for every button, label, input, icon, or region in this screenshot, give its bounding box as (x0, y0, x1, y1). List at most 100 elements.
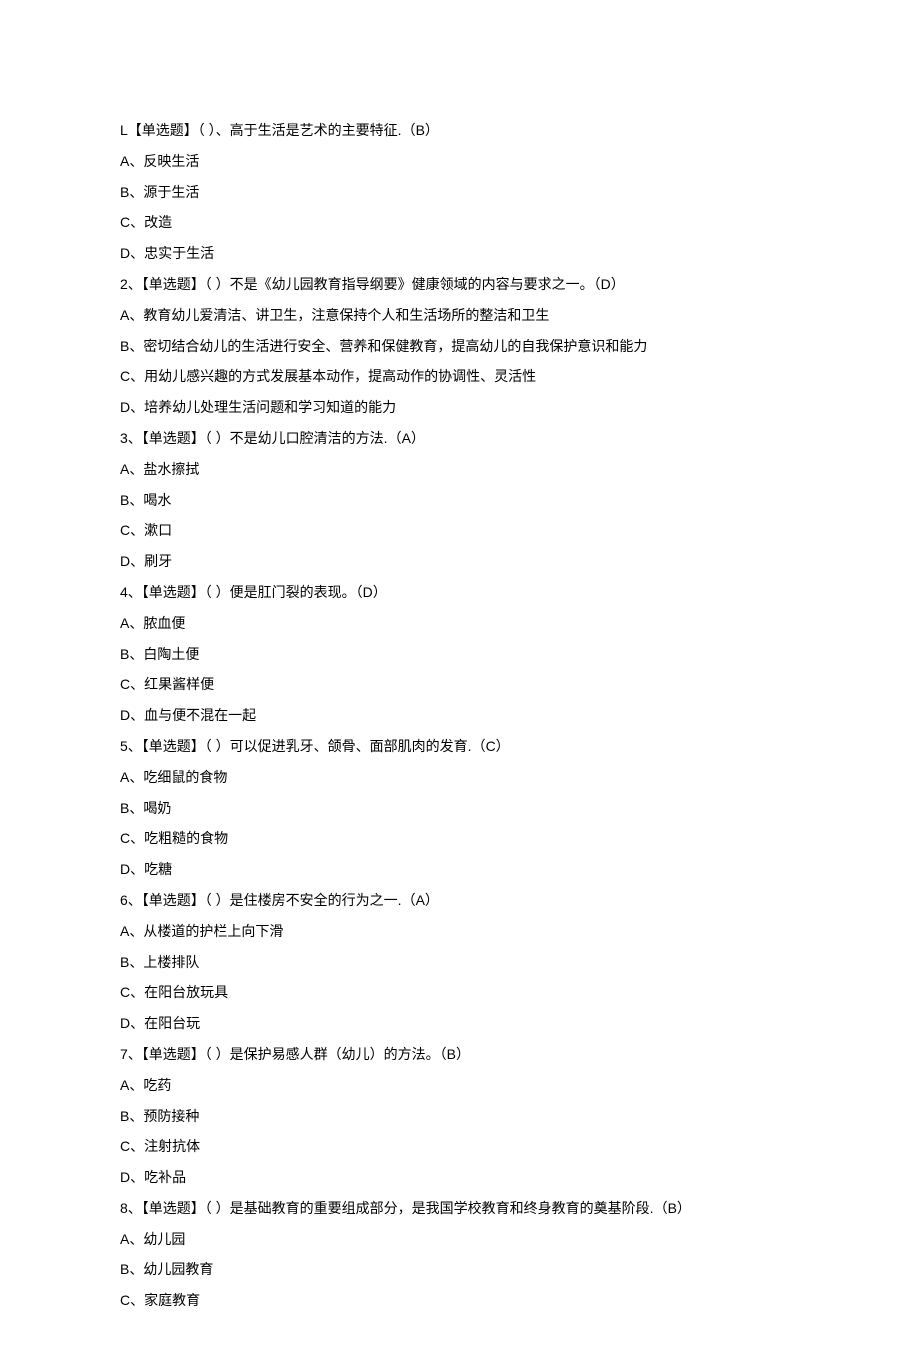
option-line: B、幼儿园教育 (120, 1254, 800, 1285)
option-letter: D (120, 553, 130, 569)
option-letter: A (120, 615, 129, 631)
option-line: D、血与便不混在一起 (120, 700, 800, 731)
option-text: 上楼排队 (143, 954, 199, 970)
option-letter: C (120, 214, 130, 230)
option-text: 喝水 (143, 492, 171, 508)
option-line: B、上楼排队 (120, 947, 800, 978)
option-letter: B (120, 184, 129, 200)
option-letter: B (120, 338, 129, 354)
option-text: 吃粗糙的食物 (144, 830, 228, 846)
question-type: 【单选题】 (142, 1200, 205, 1216)
question-stem: 8、【单选题】（ ）是基础教育的重要组成部分，是我国学校教育和终身教育的奠基阶段… (120, 1193, 800, 1224)
option-line: C、红果酱样便 (120, 669, 800, 700)
option-line: A、盐水擦拭 (120, 454, 800, 485)
option-letter: A (120, 461, 129, 477)
question-stem: 6、【单选题】（ ）是住楼房不安全的行为之一.（A） (120, 885, 800, 916)
question-type: 【单选题】 (142, 276, 205, 292)
option-text: 幼儿园 (143, 1231, 185, 1247)
option-letter: A (120, 1077, 129, 1093)
option-line: D、忠实于生活 (120, 238, 800, 269)
option-letter: A (120, 769, 129, 785)
option-text: 白陶土便 (143, 646, 199, 662)
question-number: 4、 (120, 584, 142, 600)
option-line: B、喝水 (120, 485, 800, 516)
option-line: B、白陶土便 (120, 639, 800, 670)
question-type: 【单选题】 (142, 892, 205, 908)
question-stem: 3、【单选题】（ ）不是幼儿口腔清洁的方法.（A） (120, 423, 800, 454)
question-text: （ ）是保护易感人群（幼儿）的方法。（B） (205, 1046, 470, 1062)
option-text: 注射抗体 (144, 1138, 200, 1154)
question-number: 2、 (120, 276, 142, 292)
option-line: D、吃补品 (120, 1162, 800, 1193)
option-line: A、教育幼儿爱清洁、讲卫生，注意保持个人和生活场所的整洁和卫生 (120, 300, 800, 331)
option-letter: D (120, 707, 130, 723)
option-letter: A (120, 1231, 129, 1247)
option-letter: C (120, 1292, 130, 1308)
option-line: B、源于生活 (120, 177, 800, 208)
option-letter: C (120, 368, 130, 384)
question-type: 【单选题】 (142, 738, 205, 754)
question-type: 【单选题】 (128, 122, 198, 138)
option-letter: D (120, 399, 130, 415)
question-stem: 4、【单选题】（ ）便是肛门裂的表现。（D） (120, 577, 800, 608)
option-text: 吃补品 (144, 1169, 186, 1185)
question-type: 【单选题】 (142, 430, 205, 446)
option-line: C、用幼儿感兴趣的方式发展基本动作，提高动作的协调性、灵活性 (120, 361, 800, 392)
question-text: （ ）、高于生活是艺术的主要特征.（B） (198, 122, 439, 138)
option-letter: B (120, 492, 129, 508)
option-text: 密切结合幼儿的生活进行安全、营养和保健教育，提高幼儿的自我保护意识和能力 (143, 338, 647, 354)
question-number: 8、 (120, 1200, 142, 1216)
question-text: （ ）便是肛门裂的表现。（D） (205, 584, 387, 600)
option-letter: B (120, 954, 129, 970)
question-stem: 5、【单选题】（ ）可以促进乳牙、颌骨、面部肌肉的发育.（C） (120, 731, 800, 762)
option-line: A、脓血便 (120, 608, 800, 639)
option-text: 教育幼儿爱清洁、讲卫生，注意保持个人和生活场所的整洁和卫生 (143, 307, 549, 323)
option-line: C、注射抗体 (120, 1131, 800, 1162)
option-text: 吃糖 (144, 861, 172, 877)
option-letter: B (120, 800, 129, 816)
option-text: 血与便不混在一起 (144, 707, 256, 723)
option-text: 在阳台玩 (144, 1015, 200, 1031)
option-letter: C (120, 676, 130, 692)
question-text: （ ）不是《幼儿园教育指导纲要》健康领域的内容与要求之一。（D） (205, 276, 625, 292)
option-line: D、刷牙 (120, 546, 800, 577)
question-number: 3、 (120, 430, 142, 446)
option-letter: B (120, 1108, 129, 1124)
question-number: 7、 (120, 1046, 142, 1062)
option-text: 培养幼儿处理生活问题和学习知道的能力 (144, 399, 396, 415)
option-text: 预防接种 (143, 1108, 199, 1124)
option-line: D、在阳台玩 (120, 1008, 800, 1039)
option-line: A、反映生活 (120, 146, 800, 177)
option-text: 脓血便 (143, 615, 185, 631)
option-text: 改造 (144, 214, 172, 230)
question-text: （ ）是住楼房不安全的行为之一.（A） (205, 892, 439, 908)
option-letter: B (120, 646, 129, 662)
option-letter: D (120, 861, 130, 877)
option-line: A、幼儿园 (120, 1224, 800, 1255)
option-letter: D (120, 1015, 130, 1031)
option-line: C、吃粗糙的食物 (120, 823, 800, 854)
document-page: L【单选题】（ ）、高于生活是艺术的主要特征.（B） A、反映生活 B、源于生活… (0, 0, 920, 1356)
option-line: A、吃药 (120, 1070, 800, 1101)
option-line: B、密切结合幼儿的生活进行安全、营养和保健教育，提高幼儿的自我保护意识和能力 (120, 331, 800, 362)
option-text: 漱口 (144, 522, 172, 538)
option-line: C、改造 (120, 207, 800, 238)
option-text: 刷牙 (144, 553, 172, 569)
option-letter: A (120, 923, 129, 939)
option-line: C、漱口 (120, 515, 800, 546)
question-number: 5、 (120, 738, 142, 754)
question-stem: 2、【单选题】（ ）不是《幼儿园教育指导纲要》健康领域的内容与要求之一。（D） (120, 269, 800, 300)
option-letter: C (120, 984, 130, 1000)
option-text: 忠实于生活 (144, 245, 214, 261)
option-text: 红果酱样便 (144, 676, 214, 692)
option-text: 源于生活 (143, 184, 199, 200)
option-line: B、喝奶 (120, 793, 800, 824)
option-line: A、吃细鼠的食物 (120, 762, 800, 793)
option-line: B、预防接种 (120, 1101, 800, 1132)
option-text: 从楼道的护栏上向下滑 (143, 923, 283, 939)
option-text: 吃细鼠的食物 (143, 769, 227, 785)
option-text: 在阳台放玩具 (144, 984, 228, 1000)
question-number: L (120, 122, 128, 138)
option-text: 家庭教育 (144, 1292, 200, 1308)
option-letter: D (120, 245, 130, 261)
